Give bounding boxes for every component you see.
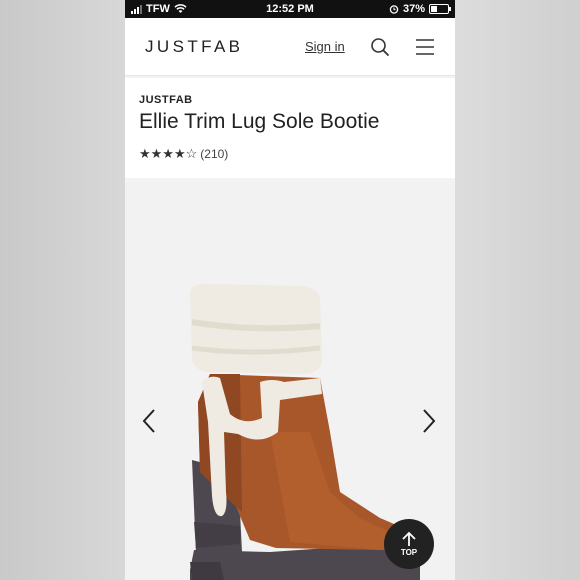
phone-screen: TFW 12:52 PM 37% JUSTFAB Sign in JUSTFAB… xyxy=(125,0,455,580)
search-icon[interactable] xyxy=(370,37,390,57)
site-header: JUSTFAB Sign in xyxy=(125,18,455,76)
product-brand[interactable]: JUSTFAB xyxy=(139,94,193,106)
alarm-icon xyxy=(389,5,399,14)
chevron-right-icon[interactable] xyxy=(421,408,437,434)
arrow-up-icon xyxy=(402,531,416,546)
product-title: Ellie Trim Lug Sole Bootie xyxy=(139,110,380,133)
sign-in-link[interactable]: Sign in xyxy=(305,39,345,54)
battery-icon xyxy=(429,4,451,14)
product-image xyxy=(190,283,420,580)
status-bar: TFW 12:52 PM 37% xyxy=(125,0,455,18)
star-rating-icon: ★★★★☆ xyxy=(139,146,198,161)
product-image-gallery: TOP xyxy=(125,182,455,580)
menu-icon[interactable] xyxy=(415,38,435,56)
back-to-top-button[interactable]: TOP xyxy=(384,519,434,569)
site-logo[interactable]: JUSTFAB xyxy=(145,37,243,57)
battery-percent: 37% xyxy=(402,3,425,15)
review-count[interactable]: (210) xyxy=(200,147,228,161)
product-rating[interactable]: ★★★★☆ (210) xyxy=(139,146,228,162)
chevron-left-icon[interactable] xyxy=(141,408,157,434)
status-right: 37% xyxy=(389,3,451,15)
product-info: JUSTFAB Ellie Trim Lug Sole Bootie ★★★★☆… xyxy=(125,78,455,178)
back-to-top-label: TOP xyxy=(400,548,418,557)
